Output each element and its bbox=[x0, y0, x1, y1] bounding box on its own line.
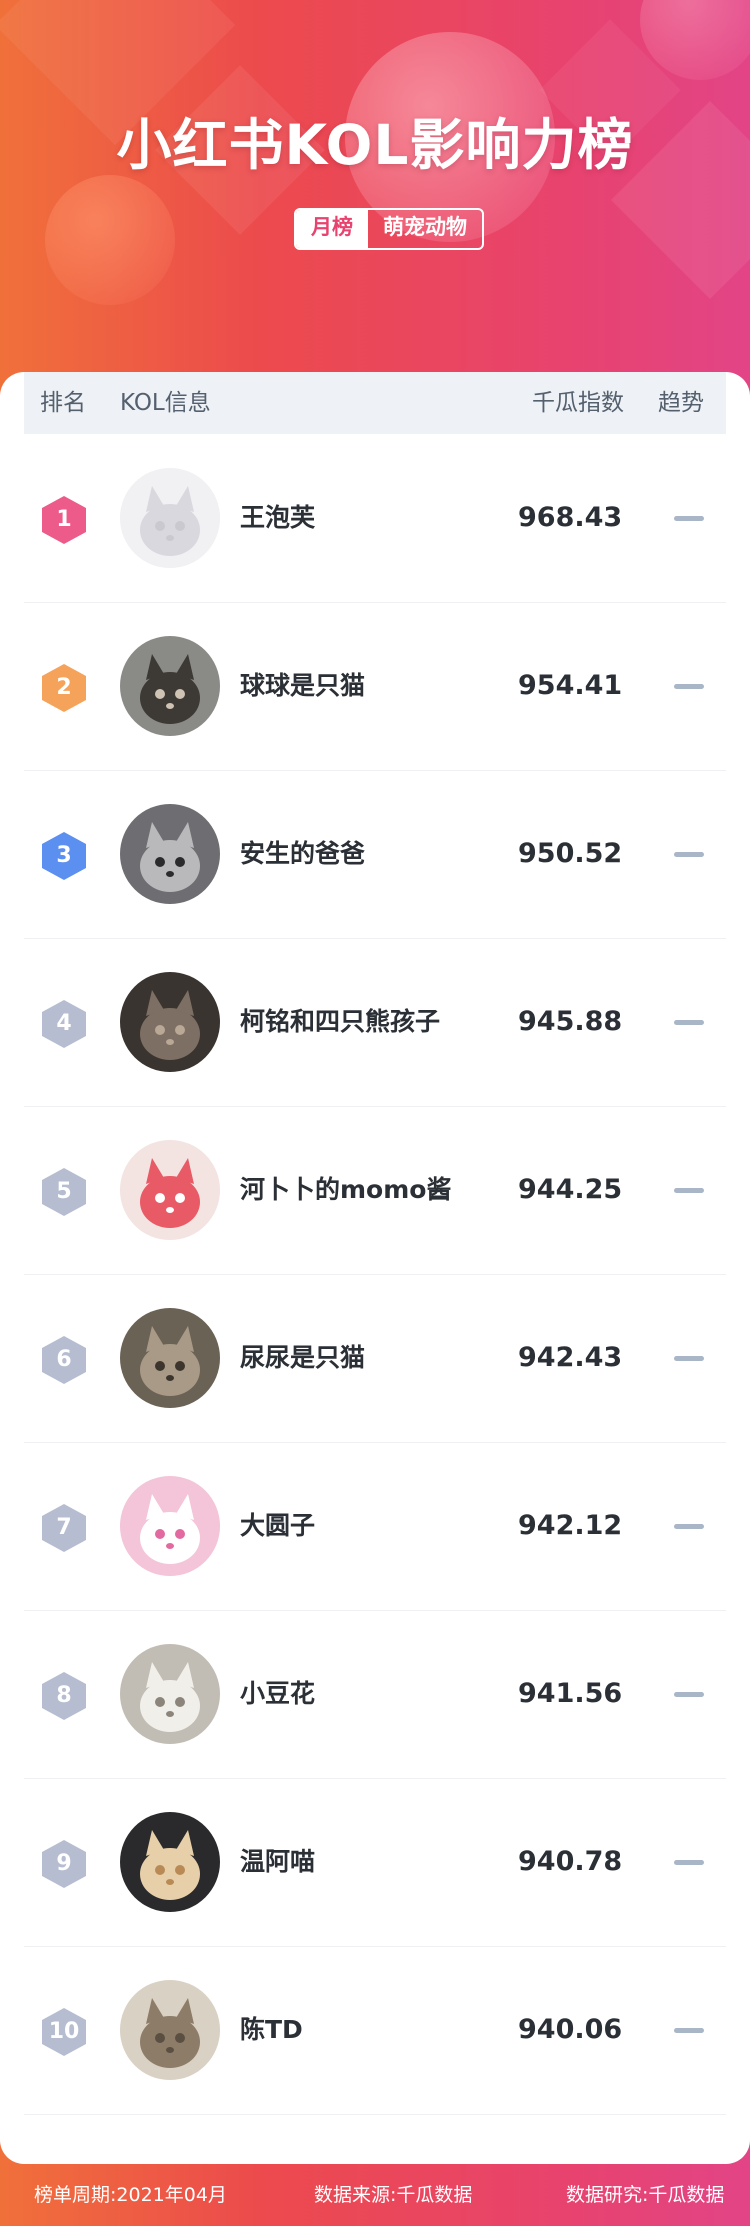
rank-badge: 3 bbox=[42, 832, 86, 880]
flat-dash-icon bbox=[674, 852, 704, 857]
flat-dash-icon bbox=[674, 1692, 704, 1697]
flat-dash-icon bbox=[674, 1020, 704, 1025]
tab-monthly[interactable]: 月榜 bbox=[296, 210, 368, 248]
rank-badge: 2 bbox=[42, 664, 86, 712]
avatar-image bbox=[120, 1140, 220, 1240]
kol-score: 944.25 bbox=[518, 1174, 623, 1205]
rank-badge: 8 bbox=[42, 1672, 86, 1720]
avatar-image bbox=[120, 1476, 220, 1576]
kol-score: 942.43 bbox=[518, 1342, 623, 1373]
flat-dash-icon bbox=[674, 1860, 704, 1865]
page-title: 小红书KOL影响力榜 bbox=[116, 113, 634, 177]
table-row[interactable]: 7 大圆子 942.12 bbox=[24, 1442, 726, 1611]
kol-name[interactable]: 尿尿是只猫 bbox=[240, 1274, 365, 1442]
rank-badge: 6 bbox=[42, 1336, 86, 1384]
rank-badge: 4 bbox=[42, 1000, 86, 1048]
table-row[interactable]: 10 陈TD 940.06 bbox=[24, 1946, 726, 2115]
kol-name[interactable]: 王泡芙 bbox=[240, 434, 315, 602]
kol-score: 950.52 bbox=[518, 838, 623, 869]
table-row[interactable]: 8 小豆花 941.56 bbox=[24, 1610, 726, 1779]
kol-name[interactable]: 温阿喵 bbox=[240, 1778, 315, 1946]
kol-score: 940.78 bbox=[518, 1846, 623, 1877]
flat-dash-icon bbox=[674, 1356, 704, 1361]
hero-banner: 小红书KOL影响力榜 月榜 萌宠动物 bbox=[0, 0, 750, 400]
kol-name[interactable]: 大圆子 bbox=[240, 1442, 315, 1610]
table-row[interactable]: 4 柯铭和四只熊孩子 945.88 bbox=[24, 938, 726, 1107]
col-kol-header: KOL信息 bbox=[120, 390, 211, 416]
footer-period: 榜单周期:2021年04月 bbox=[34, 2184, 227, 2206]
col-trend-header: 趋势 bbox=[658, 390, 704, 416]
person-with-cat-avatar[interactable] bbox=[120, 636, 220, 736]
flat-dash-icon bbox=[674, 2028, 704, 2033]
ranking-tags: 月榜 萌宠动物 bbox=[294, 208, 484, 250]
kol-name[interactable]: 河卜卜的momo酱 bbox=[240, 1106, 451, 1274]
avatar-image bbox=[120, 636, 220, 736]
rank-badge: 5 bbox=[42, 1168, 86, 1216]
white-cat-pink-avatar[interactable] bbox=[120, 1476, 220, 1576]
rank-badge: 1 bbox=[42, 496, 86, 544]
table-row[interactable]: 2 球球是只猫 954.41 bbox=[24, 602, 726, 771]
decor-bubble bbox=[45, 175, 175, 305]
fluffy-cat-avatar[interactable] bbox=[120, 1812, 220, 1912]
kol-score: 954.41 bbox=[518, 670, 623, 701]
kol-name[interactable]: 球球是只猫 bbox=[240, 602, 365, 770]
table-row[interactable]: 6 尿尿是只猫 942.43 bbox=[24, 1274, 726, 1443]
white-hooded-cat-avatar[interactable] bbox=[120, 468, 220, 568]
kol-name[interactable]: 柯铭和四只熊孩子 bbox=[240, 938, 440, 1106]
footer-source: 数据来源:千瓜数据 bbox=[314, 2184, 473, 2206]
avatar-image bbox=[120, 1812, 220, 1912]
flat-dash-icon bbox=[674, 1188, 704, 1193]
kol-score: 941.56 bbox=[518, 1678, 623, 1709]
kol-score: 940.06 bbox=[518, 2014, 623, 2045]
kol-score: 945.88 bbox=[518, 1006, 623, 1037]
flat-dash-icon bbox=[674, 1524, 704, 1529]
flat-dash-icon bbox=[674, 516, 704, 521]
avatar-image bbox=[120, 804, 220, 904]
kol-name[interactable]: 陈TD bbox=[240, 1946, 303, 2114]
table-row[interactable]: 9 温阿喵 940.78 bbox=[24, 1778, 726, 1947]
avatar-image bbox=[120, 1980, 220, 2080]
footer: 榜单周期:2021年04月 数据来源:千瓜数据 数据研究:千瓜数据 bbox=[0, 2164, 750, 2226]
rank-badge: 9 bbox=[42, 1840, 86, 1888]
cats-group-avatar[interactable] bbox=[120, 972, 220, 1072]
table-header: 排名 KOL信息 千瓜指数 趋势 bbox=[24, 372, 726, 434]
kol-score: 968.43 bbox=[518, 502, 623, 533]
rank-badge: 7 bbox=[42, 1504, 86, 1552]
avatar-image bbox=[120, 972, 220, 1072]
tabby-cat-avatar[interactable] bbox=[120, 1308, 220, 1408]
table-row[interactable]: 1 王泡芙 968.43 bbox=[24, 434, 726, 603]
table-row[interactable]: 3 安生的爸爸 950.52 bbox=[24, 770, 726, 939]
table-row[interactable]: 5 河卜卜的momo酱 944.25 bbox=[24, 1106, 726, 1275]
avatar-image bbox=[120, 468, 220, 568]
kol-name[interactable]: 小豆花 bbox=[240, 1610, 315, 1778]
col-rank-header: 排名 bbox=[40, 390, 86, 416]
col-index-header: 千瓜指数 bbox=[532, 390, 624, 416]
kol-score: 942.12 bbox=[518, 1510, 623, 1541]
category-label: 萌宠动物 bbox=[383, 215, 467, 239]
white-kitten-avatar[interactable] bbox=[120, 1644, 220, 1744]
flat-dash-icon bbox=[674, 684, 704, 689]
ranking-card: 排名 KOL信息 千瓜指数 趋势 1 王泡芙 968.43 2 球球是只猫 954.41 3… bbox=[0, 372, 750, 2164]
kol-name[interactable]: 安生的爸爸 bbox=[240, 770, 365, 938]
avatar-image bbox=[120, 1644, 220, 1744]
rank-badge: 10 bbox=[42, 2008, 86, 2056]
footer-research: 数据研究:千瓜数据 bbox=[566, 2184, 725, 2206]
kitten-avatar[interactable] bbox=[120, 1980, 220, 2080]
gray-cat-avatar[interactable] bbox=[120, 804, 220, 904]
white-cat-red-hat-avatar[interactable] bbox=[120, 1140, 220, 1240]
avatar-image bbox=[120, 1308, 220, 1408]
